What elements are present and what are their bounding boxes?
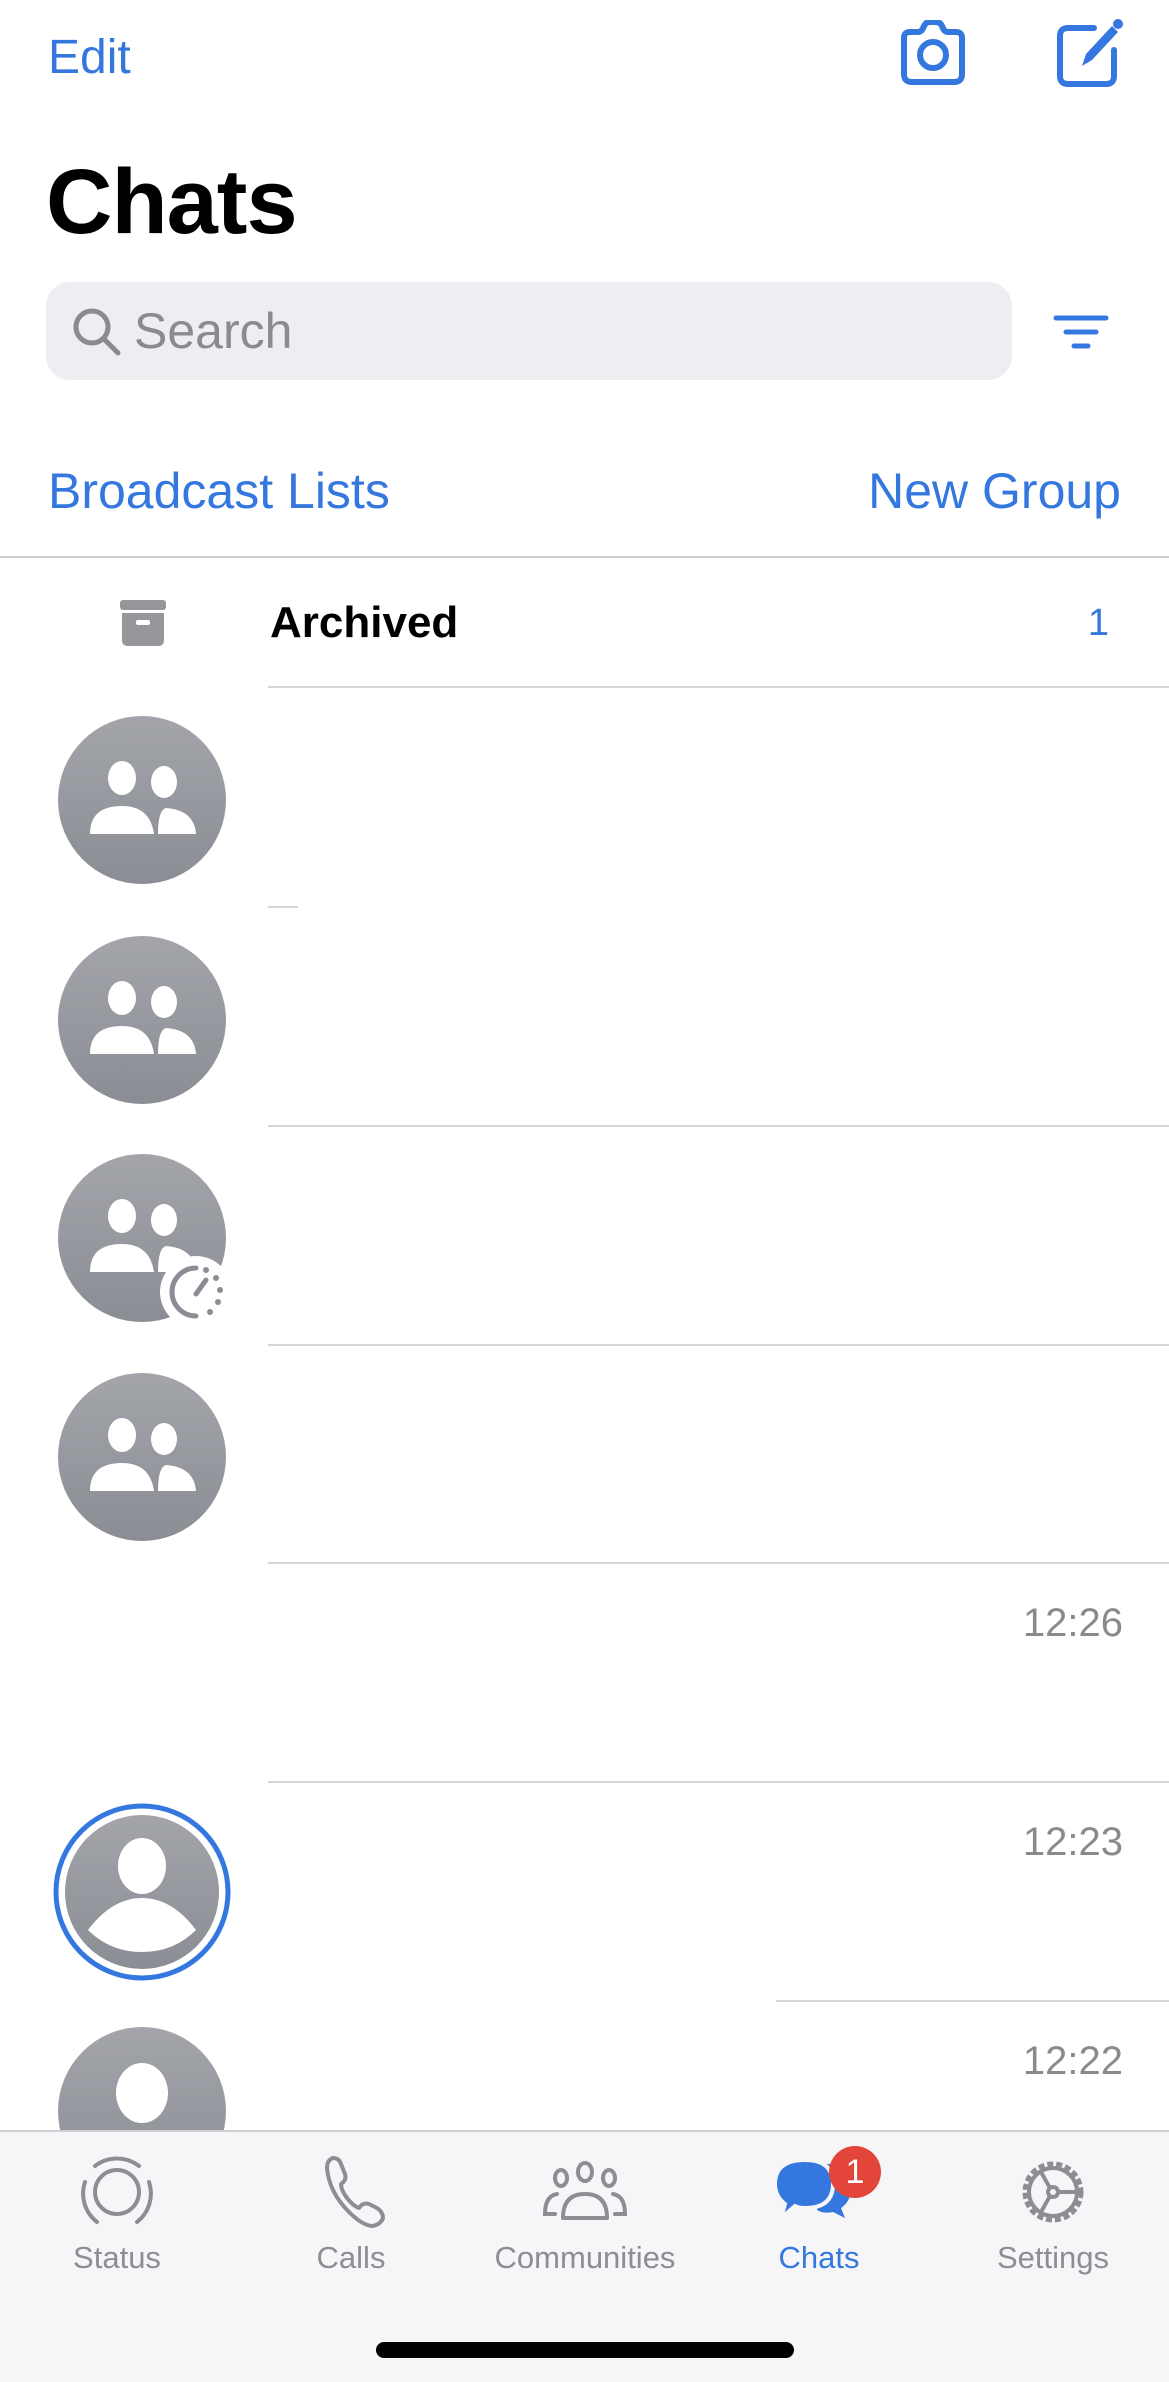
search-input[interactable]: Search — [46, 282, 1012, 380]
phone-icon — [325, 2156, 385, 2228]
chats-tab-icon-wrapper: 1 — [771, 2146, 881, 2232]
filter-icon — [1053, 315, 1109, 349]
divider — [268, 1781, 1169, 1783]
chat-row[interactable] — [0, 910, 1169, 1128]
chat-time: 12:26 — [1022, 1601, 1123, 1645]
home-indicator[interactable] — [376, 2342, 794, 2358]
page-title: Chats — [46, 151, 298, 253]
chat-time: 12:22 — [1022, 2039, 1123, 2083]
group-avatar-icon — [58, 1373, 226, 1541]
archived-count: 1 — [1087, 602, 1109, 644]
tab-label: Communities — [494, 2240, 676, 2275]
top-navigation-bar: Edit — [0, 0, 1169, 120]
tab-calls[interactable]: Calls — [234, 2132, 468, 2282]
camera-button[interactable] — [896, 19, 970, 86]
divider — [268, 906, 298, 908]
person-avatar-icon — [53, 1803, 231, 1981]
divider — [268, 1344, 1169, 1346]
person-avatar-icon — [58, 2027, 226, 2130]
divider — [776, 2000, 1169, 2002]
tab-communities[interactable]: Communities — [468, 2132, 702, 2282]
camera-icon — [901, 19, 965, 85]
gear-icon — [1022, 2161, 1084, 2223]
tab-label: Calls — [316, 2240, 386, 2275]
archived-label: Archived — [270, 598, 459, 647]
tab-label: Status — [73, 2240, 161, 2275]
chat-row[interactable]: 12:26 — [0, 1565, 1169, 1783]
chat-row[interactable]: 12:22 — [0, 2003, 1169, 2130]
search-placeholder: Search — [134, 303, 293, 359]
chat-time: 12:23 — [1022, 1820, 1123, 1864]
chat-row[interactable] — [0, 690, 1169, 908]
chat-row[interactable]: 12:23 — [0, 1784, 1169, 2002]
tab-chats[interactable]: 1 Chats — [702, 2132, 936, 2282]
divider — [268, 686, 1169, 688]
archive-box-icon — [120, 600, 166, 646]
new-group-link[interactable]: New Group — [868, 462, 1121, 520]
archived-row[interactable]: Archived 1 — [0, 558, 1169, 688]
divider — [268, 1562, 1169, 1564]
compose-icon — [1057, 19, 1123, 87]
tab-settings[interactable]: Settings — [936, 2132, 1169, 2282]
tab-status[interactable]: Status — [0, 2132, 234, 2282]
tab-label: Chats — [778, 2240, 860, 2275]
communities-icon — [542, 2161, 628, 2220]
chat-row[interactable] — [0, 1128, 1169, 1346]
status-icon — [81, 2156, 153, 2224]
divider — [268, 1125, 1169, 1127]
group-avatar-icon — [58, 716, 226, 884]
broadcast-lists-link[interactable]: Broadcast Lists — [48, 462, 390, 520]
search-icon — [73, 308, 121, 356]
disappearing-timer-icon — [160, 1256, 232, 1328]
filter-button[interactable] — [1052, 312, 1112, 356]
edit-button[interactable]: Edit — [48, 30, 131, 85]
tab-label: Settings — [996, 2240, 1109, 2275]
group-avatar-icon — [58, 936, 226, 1104]
chat-row[interactable] — [0, 1347, 1169, 1565]
new-chat-button[interactable] — [1054, 18, 1126, 88]
unread-badge: 1 — [829, 2146, 881, 2198]
